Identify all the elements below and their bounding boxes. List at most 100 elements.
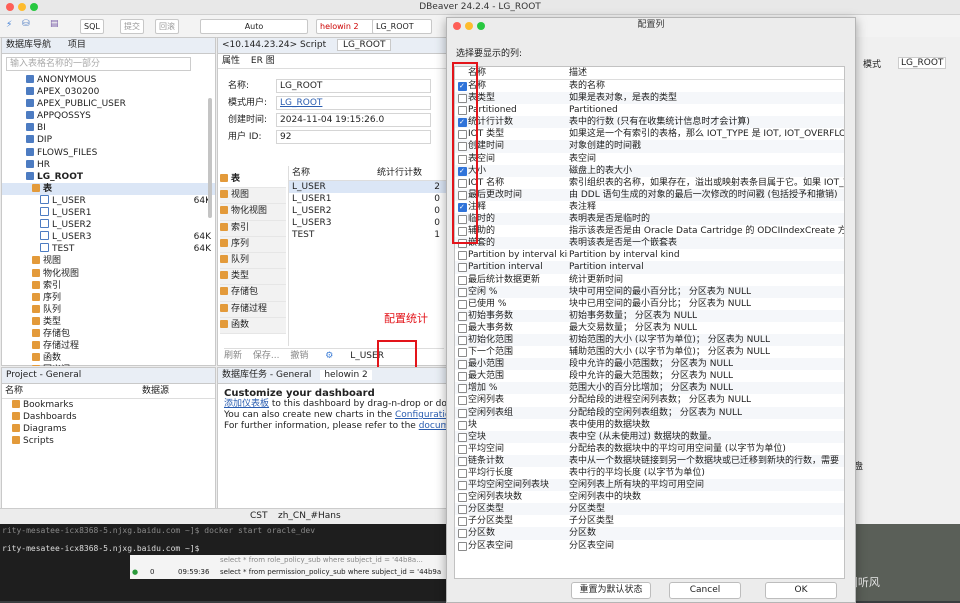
save-button[interactable]: 保存... bbox=[253, 351, 280, 361]
column-option-row[interactable]: 空闲列表 分配给段的进程空闲列表数； 分区表为 NULL bbox=[455, 394, 844, 406]
column-option-row[interactable]: 最大事务数 最大交易数量； 分区表为 NULL bbox=[455, 322, 844, 334]
ok-button[interactable]: OK bbox=[765, 582, 837, 599]
column-checkbox[interactable] bbox=[458, 469, 467, 478]
navigator-item[interactable]: 存储过程 bbox=[2, 340, 215, 352]
column-option-row[interactable]: IOT 名称 索引组织表的名称，如果存在，溢出或映射表条目属于它。如果 IOT_T… bbox=[455, 177, 844, 189]
minimize-window-button[interactable] bbox=[18, 3, 26, 11]
column-option-row[interactable]: 分区类型 分区类型 bbox=[455, 503, 844, 516]
navigator-item[interactable]: 物化视图 bbox=[2, 268, 215, 280]
column-option-row[interactable]: 下一个范围 辅助范围的大小 (以字节为单位)； 分区表为 NULL bbox=[455, 346, 844, 358]
table-row[interactable]: TEST 1 bbox=[289, 229, 446, 241]
commit-button[interactable]: 提交 bbox=[120, 19, 144, 34]
tab-schema[interactable]: LG_ROOT bbox=[337, 39, 392, 51]
column-checkbox[interactable] bbox=[458, 299, 467, 309]
zoom-window-button[interactable] bbox=[30, 3, 38, 11]
table-row[interactable]: L_USER3 0 bbox=[289, 217, 446, 229]
column-checkbox[interactable] bbox=[458, 323, 467, 333]
navigator-scrollbar[interactable] bbox=[208, 98, 212, 218]
navigator-item[interactable]: 存储包 bbox=[2, 328, 215, 340]
column-option-row[interactable]: 大小 磁盘上的表大小 bbox=[455, 164, 844, 177]
category-item[interactable]: 物化视图 bbox=[220, 204, 286, 221]
tab-database-tasks[interactable]: 数据库任务 - General bbox=[222, 370, 311, 380]
dialog-minimize-button[interactable] bbox=[465, 22, 473, 30]
navigator-item[interactable]: APEX_PUBLIC_USER bbox=[2, 98, 215, 110]
tab-dashboard-connection[interactable]: helowin 2 bbox=[320, 370, 372, 380]
column-option-row[interactable]: 名称 表的名称 bbox=[455, 80, 844, 92]
navigator-item[interactable]: BI bbox=[2, 122, 215, 134]
category-item[interactable]: 类型 bbox=[220, 269, 286, 286]
column-option-row[interactable]: 平均空间 分配给表的数据块中的平均可用空间量 (以字节为单位) bbox=[455, 443, 844, 455]
configuration-link[interactable]: Configuration bbox=[395, 410, 447, 420]
navigator-item[interactable]: 函数 bbox=[2, 352, 215, 364]
database-icon[interactable]: ⛁ bbox=[22, 19, 30, 29]
navigator-item[interactable]: 队列 bbox=[2, 304, 215, 316]
column-option-row[interactable]: Partition interval Partition interval bbox=[455, 261, 844, 274]
active-schema-select[interactable]: LG_ROOT bbox=[372, 19, 432, 34]
grid-header-row-count[interactable]: 统计行计数 bbox=[377, 166, 422, 180]
new-connection-icon[interactable]: ⚡ bbox=[6, 20, 12, 30]
column-option-row[interactable]: 嵌套的 表明该表是否是一个嵌套表 bbox=[455, 237, 844, 250]
property-value[interactable]: 2024-11-04 19:15:26.0 bbox=[276, 113, 431, 127]
project-item[interactable]: Bookmarks bbox=[2, 399, 215, 411]
category-item[interactable]: 存储过程 bbox=[220, 301, 286, 318]
column-checkbox[interactable] bbox=[458, 505, 467, 515]
right-schema-select[interactable]: LG_ROOT bbox=[898, 57, 947, 69]
column-option-row[interactable]: 最后更改时间 由 DDL 语句生成的对象的最后一次修改的时间戳 (包括授予和撤销) bbox=[455, 188, 844, 201]
navigator-item[interactable]: FLOWS_FILES bbox=[2, 147, 215, 159]
column-option-row[interactable]: 统计行计数 表中的行数 (只有在收集统计信息时才会计算) bbox=[455, 116, 844, 129]
column-checkbox[interactable] bbox=[458, 335, 467, 345]
navigator-item[interactable]: 视图 bbox=[2, 255, 215, 267]
column-option-row[interactable]: 子分区类型 子分区类型 bbox=[455, 515, 844, 527]
navigator-item[interactable]: DIP bbox=[2, 134, 215, 146]
reset-defaults-button[interactable]: 重置为默认状态 bbox=[571, 582, 651, 599]
column-checkbox[interactable] bbox=[458, 517, 467, 527]
property-value[interactable]: 92 bbox=[276, 130, 431, 144]
documentation-link[interactable]: documentation bbox=[419, 421, 447, 431]
column-option-row[interactable]: 空块 表中空 (从未使用过) 数据块的数量。 bbox=[455, 430, 844, 443]
navigator-item[interactable]: TEST 64K bbox=[2, 243, 215, 255]
table-row[interactable]: L_USER2 0 bbox=[289, 205, 446, 217]
navigator-item[interactable]: L_USER1 bbox=[2, 207, 215, 219]
active-connection-select[interactable]: helowin 2 bbox=[316, 19, 376, 34]
navigator-item[interactable]: 序列 bbox=[2, 292, 215, 304]
tab-script[interactable]: <10.144.23.24> Script bbox=[222, 40, 326, 50]
column-option-row[interactable]: 分区数 分区数 bbox=[455, 527, 844, 540]
subtab-er-diagram[interactable]: ER 图 bbox=[251, 56, 275, 66]
column-checkbox[interactable] bbox=[458, 263, 467, 273]
column-option-row[interactable]: 空闲 % 块中可用空间的最小百分比； 分区表为 NULL bbox=[455, 285, 844, 298]
project-header-name[interactable]: 名称 bbox=[5, 384, 23, 398]
column-checkbox[interactable] bbox=[458, 529, 467, 539]
column-option-row[interactable]: Partition by interval kind Partition by i… bbox=[455, 249, 844, 261]
column-checkbox[interactable] bbox=[458, 481, 467, 491]
grid-header-name[interactable]: 名称 bbox=[292, 166, 310, 180]
column-checkbox[interactable] bbox=[458, 384, 467, 394]
column-checkbox[interactable] bbox=[458, 251, 467, 261]
column-option-row[interactable]: 空闲列表组 分配给段的空闲列表组数； 分区表为 NULL bbox=[455, 406, 844, 419]
column-checkbox[interactable] bbox=[458, 311, 467, 321]
project-item[interactable]: Dashboards bbox=[2, 411, 215, 423]
column-checkbox[interactable] bbox=[458, 396, 467, 406]
project-item[interactable]: Scripts bbox=[2, 435, 215, 447]
property-value[interactable]: LG_ROOT bbox=[276, 79, 431, 93]
column-option-row[interactable]: 表空间 表空间 bbox=[455, 153, 844, 165]
close-window-button[interactable] bbox=[6, 3, 14, 11]
column-option-row[interactable]: 表类型 如果是表对象，是表的类型 bbox=[455, 92, 844, 105]
column-option-row[interactable]: 最后统计数据更新 统计更新时间 bbox=[455, 274, 844, 286]
column-option-row[interactable]: IOT 类型 如果这是一个有索引的表格，那么 IOT_TYPE 是 IOT, IO… bbox=[455, 128, 844, 140]
column-option-row[interactable]: 临时的 表明表是否是临时的 bbox=[455, 213, 844, 226]
navigator-item[interactable]: 索引 bbox=[2, 280, 215, 292]
add-dashboard-link[interactable]: 添加仪表板 bbox=[224, 399, 269, 409]
column-option-row[interactable]: 平均空闲空间列表块 空闲列表上所有块的平均可用空间 bbox=[455, 479, 844, 492]
navigator-item[interactable]: L_USER 64K bbox=[2, 194, 215, 207]
column-checkbox[interactable] bbox=[458, 420, 467, 430]
project-item[interactable]: Diagrams bbox=[2, 423, 215, 435]
tab-projects[interactable]: 项目 bbox=[68, 40, 86, 50]
category-item[interactable]: 函数 bbox=[220, 317, 286, 334]
configure-columns-icon[interactable]: ⚙ bbox=[325, 351, 333, 361]
rollback-button[interactable]: 回滚 bbox=[155, 19, 179, 34]
navigator-item[interactable]: 同义词 bbox=[2, 364, 215, 366]
right-mode-label[interactable]: 模式 bbox=[863, 57, 881, 70]
navigator-item[interactable]: HR bbox=[2, 159, 215, 171]
navigator-item[interactable]: APEX_030200 bbox=[2, 86, 215, 98]
column-option-row[interactable]: 空闲列表块数 空闲列表中的块数 bbox=[455, 491, 844, 503]
